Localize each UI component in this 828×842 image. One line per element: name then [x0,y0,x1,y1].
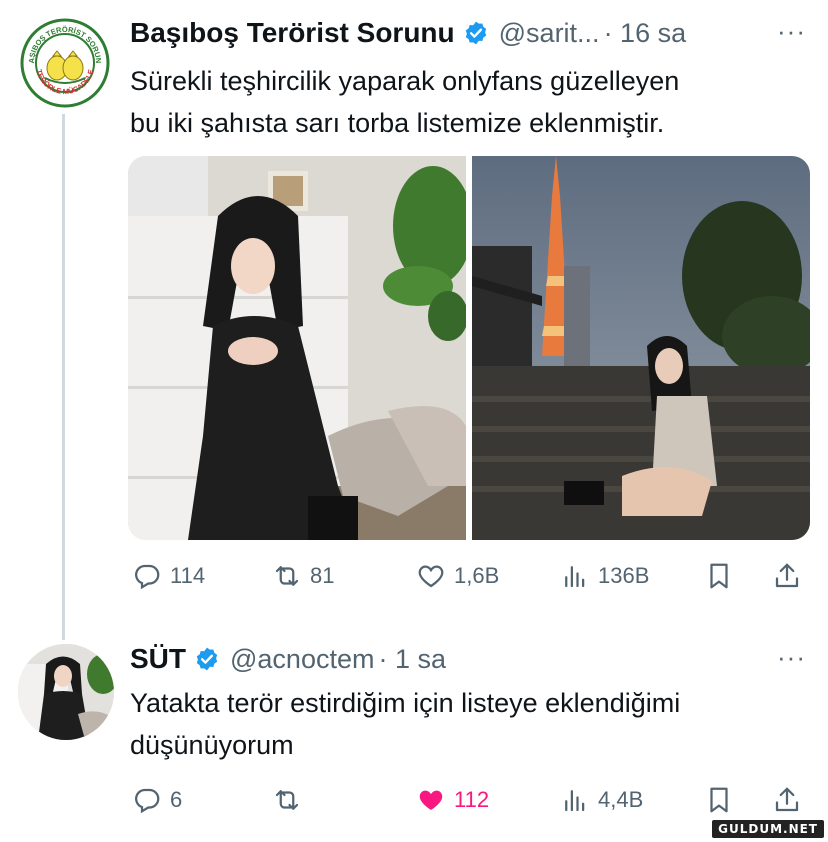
tweet-2-text: Yatakta terör estirdiğim için listeye ek… [130,682,800,766]
tweet-1-display-name[interactable]: Başıboş Terörist Sorunu [130,17,455,49]
reply-count: 114 [170,563,206,588]
views-icon [565,566,585,588]
verified-badge-icon [465,21,486,45]
photo-night-tower [472,156,810,540]
like-button-active[interactable]: 112 [416,780,489,820]
like-count: 112 [454,787,490,812]
share-button[interactable] [772,780,802,820]
tweet-1-actions: 114 81 1,6B 136B [128,556,808,596]
retweet-icon [275,790,299,810]
tweet-2-timestamp[interactable]: · 1 sa [378,644,446,675]
retweet-count: 81 [310,563,335,588]
like-icon [418,565,444,588]
org-logo: BAŞIBOŞ TERÖRİST SORUNU TERÖRLE MÜCADELE [20,18,110,108]
bookmark-button[interactable] [704,556,734,596]
reply-icon [135,564,160,590]
site-watermark: GULDUM.NET [712,820,824,838]
bookmark-button[interactable] [704,780,734,820]
like-button[interactable]: 1,6B [416,556,499,596]
tweet-2-header: SÜT @acnoctem · 1 sa [130,642,446,676]
more-icon[interactable]: ··· [777,16,806,47]
reply-button[interactable]: 114 [132,556,205,596]
tweet-1-text: Sürekli teşhircilik yaparak onlyfans güz… [130,60,800,144]
tweet-1-timestamp[interactable]: · 16 sa [604,18,687,49]
tweet-2-actions: 6 112 4,4B [128,780,808,820]
tweet-1-media[interactable] [128,156,810,540]
verified-badge-icon [196,647,218,671]
reply-icon [135,788,160,814]
retweet-button[interactable]: 81 [272,556,334,596]
views-count: 136B [598,563,650,588]
thread-connector-line [62,114,65,640]
like-filled-icon [419,790,443,810]
tweet-2-text-line: düşünüyorum [130,730,294,760]
tweet-1-avatar[interactable]: BAŞIBOŞ TERÖRİST SORUNU TERÖRLE MÜCADELE [20,18,110,108]
views-icon [565,790,585,812]
like-count: 1,6B [454,563,500,588]
views-button[interactable]: 4,4B [560,780,643,820]
share-icon [775,787,799,812]
reply-button[interactable]: 6 [132,780,182,820]
views-count: 4,4B [598,787,644,812]
more-icon[interactable]: ··· [777,642,806,673]
tweet-1-header: Başıboş Terörist Sorunu @sarit... · 16 s… [130,16,686,50]
tweet-2-display-name[interactable]: SÜT [130,643,186,675]
tweet-1-handle[interactable]: @sarit... [499,18,600,49]
share-button[interactable] [772,556,802,596]
user-avatar-photo [18,644,114,740]
tweet-1-text-line: Sürekli teşhircilik yaparak onlyfans güz… [130,66,680,96]
share-icon [775,563,799,588]
reply-count: 6 [170,787,183,812]
retweet-button[interactable] [272,780,310,820]
bookmark-icon [710,563,728,589]
retweet-icon [275,566,299,586]
media-photo-left[interactable] [128,156,466,540]
tweet-2-text-line: Yatakta terör estirdiğim için listeye ek… [130,688,681,718]
bookmark-icon [710,787,728,813]
photo-indoor [128,156,466,540]
media-photo-right[interactable] [472,156,810,540]
views-button[interactable]: 136B [560,556,649,596]
tweet-2-avatar[interactable] [18,644,114,740]
tweet-2-handle[interactable]: @acnoctem [230,644,374,675]
tweet-1-text-line: bu iki şahısta sarı torba listemize ekle… [130,108,665,138]
